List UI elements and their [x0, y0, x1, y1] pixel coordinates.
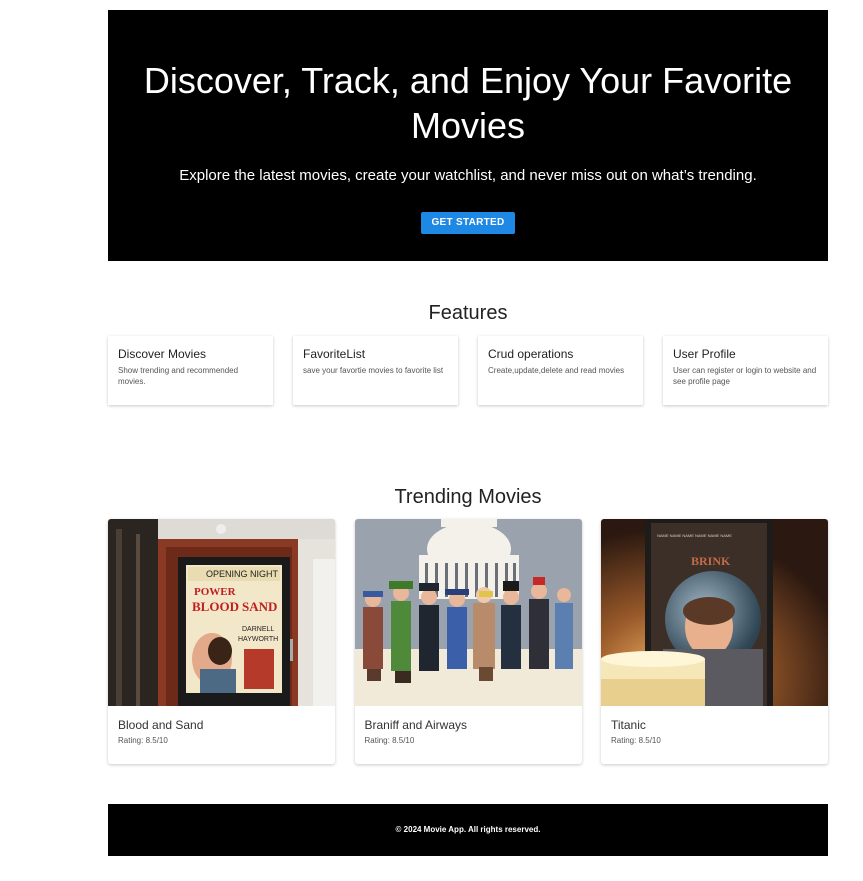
movie-title: Titanic [611, 718, 646, 732]
svg-text:DARNELL: DARNELL [242, 626, 274, 633]
movie-card[interactable]: OPENING NIGHT POWER BLOOD SAND DARNELL H… [108, 519, 335, 764]
svg-text:HAYWORTH: HAYWORTH [238, 636, 278, 643]
get-started-button[interactable]: GET STARTED [421, 212, 515, 234]
feature-card-profile: User Profile User can register or login … [663, 336, 828, 405]
feature-title: Crud operations [488, 347, 574, 361]
feature-description: save your favortie movies to favorite li… [303, 366, 444, 375]
feature-title: User Profile [673, 347, 736, 361]
movie-rating: Rating: 8.5/10 [611, 736, 661, 745]
feature-description: Show trending and recommended movies. [118, 366, 239, 386]
astronaut-poster-image: NAME NAME NAME NAME NAME NAME BRINK [601, 519, 828, 706]
trending-movies-list: OPENING NIGHT POWER BLOOD SAND DARNELL H… [108, 519, 828, 765]
svg-text:BLOOD: BLOOD [192, 599, 239, 614]
svg-text:OPENING NIGHT: OPENING NIGHT [206, 569, 279, 579]
feature-title: Discover Movies [118, 347, 207, 361]
svg-text:BRINK: BRINK [691, 554, 731, 568]
movie-card[interactable]: NAME NAME NAME NAME NAME NAME BRINK Tita… [601, 519, 828, 764]
svg-text:SAND: SAND [242, 599, 277, 614]
movie-title: Blood and Sand [118, 718, 204, 732]
svg-text:NAME NAME NAME NAME NAME NAM: NAME NAME NAME NAME NAME NAME [657, 533, 732, 538]
feature-card-discover: Discover Movies Show trending and recomm… [108, 336, 273, 405]
feature-description: Create,update,delete and read movies [488, 366, 625, 375]
cinema-poster-image: OPENING NIGHT POWER BLOOD SAND DARNELL H… [108, 519, 335, 706]
feature-title: FavoriteList [303, 347, 366, 361]
movie-rating: Rating: 8.5/10 [364, 736, 415, 745]
features-title: Features [428, 302, 508, 324]
hero-section: Discover, Track, and Enjoy Your Favorite… [108, 10, 828, 261]
movie-rating: Rating: 8.5/10 [118, 736, 168, 745]
trending-title: Trending Movies [394, 486, 542, 508]
feature-card-favorites: FavoriteList save your favortie movies t… [293, 336, 458, 405]
svg-text:POWER: POWER [194, 586, 237, 598]
hero-title: Discover, Track, and Enjoy Your Favorite… [143, 60, 793, 146]
footer: © 2024 Movie App. All rights reserved. [108, 804, 828, 856]
feature-description: User can register or login to website an… [673, 366, 817, 386]
movie-title: Braniff and Airways [364, 718, 468, 732]
illustration-image [354, 519, 582, 706]
features-list: Discover Movies Show trending and recomm… [108, 336, 828, 406]
movie-card[interactable]: Braniff and Airways Rating: 8.5/10 [354, 519, 582, 764]
footer-copyright: © 2024 Movie App. All rights reserved. [395, 825, 541, 834]
feature-card-crud: Crud operations Create,update,delete and… [478, 336, 643, 405]
hero-subtitle: Explore the latest movies, create your w… [179, 167, 757, 184]
